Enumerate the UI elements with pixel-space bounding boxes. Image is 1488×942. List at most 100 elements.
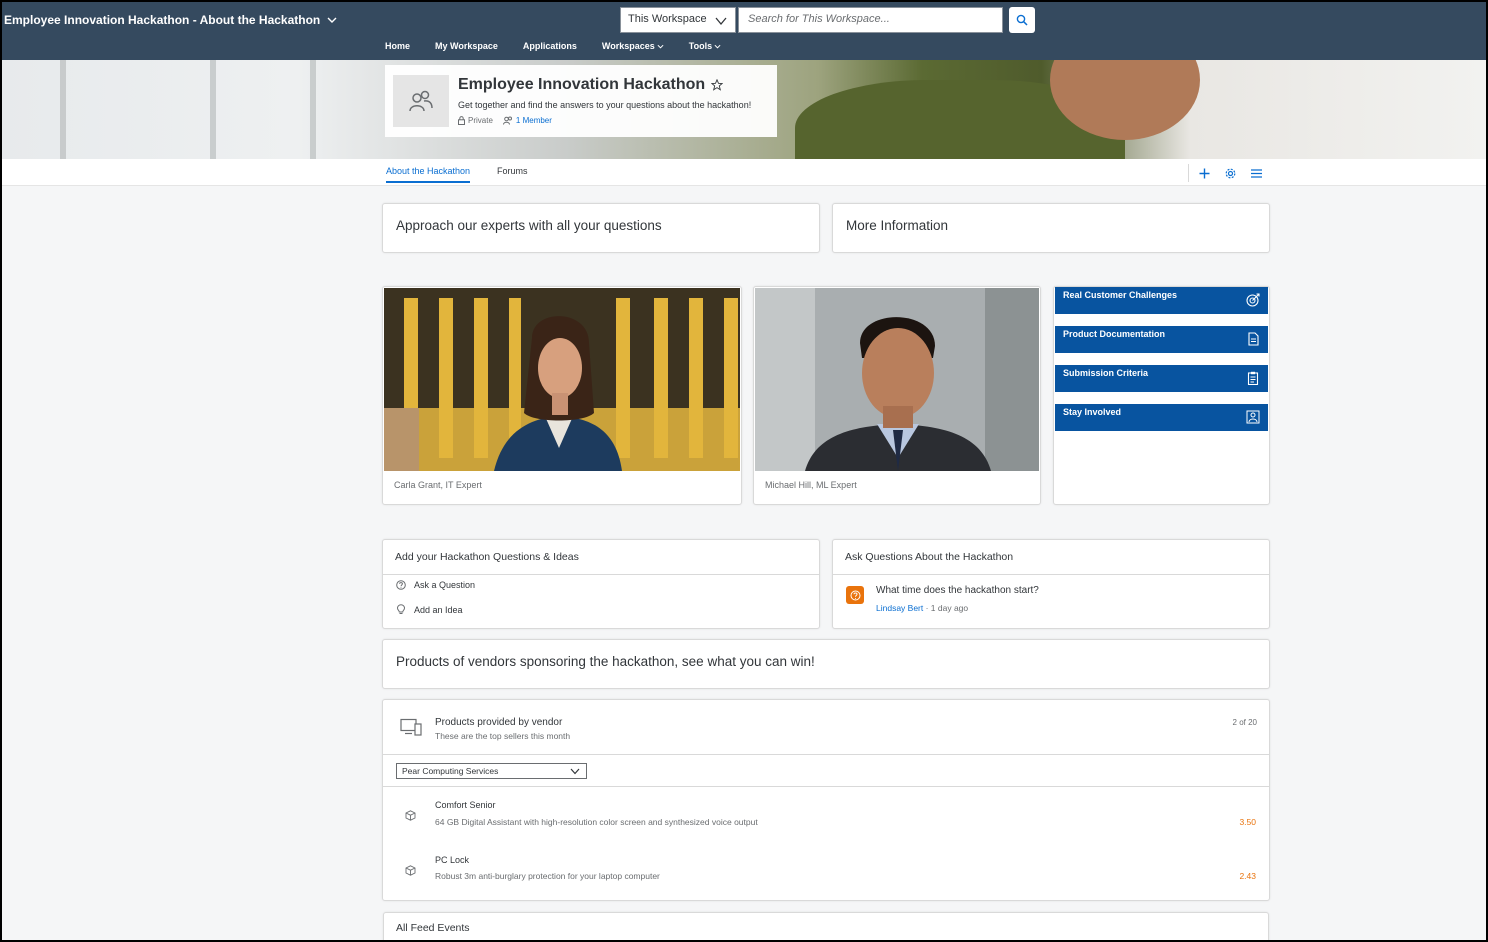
workspace-name: Employee Innovation Hackathon <box>458 76 706 93</box>
expert-caption: Michael Hill, ML Expert <box>765 480 857 490</box>
banner-detail <box>310 60 316 159</box>
menu-icon[interactable] <box>1249 166 1263 180</box>
chevron-down-icon <box>570 768 580 775</box>
expert-card-carla[interactable]: Carla Grant, IT Expert <box>382 286 742 505</box>
product-name[interactable]: Comfort Senior <box>435 800 496 810</box>
question-icon <box>396 580 406 590</box>
ask-questions-title: Ask Questions About the Hackathon <box>833 540 1269 575</box>
search-placeholder: Search for This Workspace... <box>748 13 890 25</box>
nav-home[interactable]: Home <box>385 41 410 51</box>
link-label: Real Customer Challenges <box>1063 290 1178 300</box>
clipboard-icon <box>1247 371 1259 385</box>
product-description: 64 GB Digital Assistant with high-resolu… <box>435 817 758 827</box>
expert-card-michael[interactable]: Michael Hill, ML Expert <box>753 286 1041 505</box>
products-card: Products provided by vendor These are th… <box>382 699 1270 901</box>
question-icon <box>846 586 864 604</box>
nav-tools[interactable]: Tools <box>689 41 721 51</box>
banner-detail <box>210 60 216 159</box>
products-title: Products provided by vendor <box>435 717 563 728</box>
workspace-meta: Private 1 Member <box>458 116 552 125</box>
link-product-documentation[interactable]: Product Documentation <box>1055 326 1268 353</box>
page-title-menu[interactable]: Employee Innovation Hackathon - About th… <box>4 13 338 27</box>
star-icon[interactable] <box>711 79 724 91</box>
nav-my-workspace[interactable]: My Workspace <box>435 41 498 51</box>
feed-card: All Feed Events <box>383 912 1269 942</box>
products-count: 2 of 20 <box>1232 718 1257 727</box>
members-icon <box>502 116 512 125</box>
divider <box>383 786 1269 787</box>
group-icon <box>409 90 433 112</box>
member-link[interactable]: 1 Member <box>516 116 552 125</box>
search-input[interactable]: Search for This Workspace... <box>738 7 1003 33</box>
ask-question-label: Ask a Question <box>414 580 476 590</box>
more-info-header-card: More Information <box>832 203 1270 253</box>
nav-workspaces[interactable]: Workspaces <box>602 41 664 51</box>
target-icon <box>1246 293 1260 307</box>
tab-about-the-hackathon[interactable]: About the Hackathon <box>386 166 471 183</box>
link-label: Stay Involved <box>1063 407 1122 417</box>
tab-actions <box>1188 164 1263 182</box>
link-stay-involved[interactable]: Stay Involved <box>1055 404 1268 431</box>
nav-applications[interactable]: Applications <box>523 41 577 51</box>
nav-label: My Workspace <box>435 41 498 51</box>
link-label: Submission Criteria <box>1063 368 1149 378</box>
product-box-icon <box>405 863 416 881</box>
expert-photo <box>384 288 740 471</box>
workspace-description: Get together and find the answers to you… <box>458 100 752 110</box>
add-idea-label: Add an Idea <box>414 604 463 615</box>
add-idea-action[interactable]: Add an Idea <box>396 604 463 615</box>
add-icon[interactable] <box>1197 166 1211 180</box>
tab-forums[interactable]: Forums <box>497 166 528 176</box>
product-description: Robust 3m anti-burglary protection for y… <box>435 871 660 881</box>
expert-photo <box>755 288 1039 471</box>
question-time: · 1 day ago <box>923 603 969 613</box>
banner-detail <box>60 60 66 159</box>
member-info[interactable]: 1 Member <box>502 116 552 125</box>
link-submission-criteria[interactable]: Submission Criteria <box>1055 365 1268 392</box>
link-real-customer-challenges[interactable]: Real Customer Challenges <box>1055 287 1268 314</box>
ask-questions-card: Ask Questions About the Hackathon What t… <box>832 539 1270 629</box>
chevron-down-icon <box>657 44 664 49</box>
search-scope-value: This Workspace <box>628 13 707 25</box>
nav-label: Home <box>385 41 411 51</box>
chevron-down-icon <box>327 17 337 23</box>
workspace-tabbar: About the Hackathon Forums <box>0 159 1488 186</box>
questions-ideas-title: Add your Hackathon Questions & Ideas <box>383 540 819 575</box>
products-subtitle: These are the top sellers this month <box>435 731 571 741</box>
question-author[interactable]: Lindsay Bert <box>876 603 923 613</box>
vendor-select-value: Pear Computing Services <box>402 766 499 776</box>
product-box-icon <box>405 808 416 826</box>
workspace-header-card: Employee Innovation Hackathon Get togeth… <box>385 65 777 137</box>
group-icon <box>1246 410 1260 424</box>
nav-label: Workspaces <box>601 41 655 51</box>
search-button[interactable] <box>1009 7 1035 33</box>
questions-ideas-card: Add your Hackathon Questions & Ideas Ask… <box>382 539 820 629</box>
link-label: Product Documentation <box>1063 329 1166 339</box>
settings-icon[interactable] <box>1223 166 1237 180</box>
feed-title: All Feed Events <box>396 922 470 934</box>
shell-bar: Employee Innovation Hackathon - About th… <box>0 0 1488 60</box>
page-title: Employee Innovation Hackathon - About th… <box>4 13 321 27</box>
devices-icon <box>400 718 422 741</box>
vendor-select[interactable]: Pear Computing Services <box>396 763 587 779</box>
product-name[interactable]: PC Lock <box>435 855 469 865</box>
question-meta: Lindsay Bert · 1 day ago <box>876 603 968 613</box>
lock-icon <box>458 116 465 125</box>
sponsors-header: Products of vendors sponsoring the hacka… <box>396 654 815 669</box>
chevron-down-icon <box>714 44 721 49</box>
search-scope-select[interactable]: This Workspace <box>620 7 736 33</box>
nav-label: Tools <box>688 41 713 51</box>
workspace-avatar <box>393 75 449 127</box>
experts-header-card: Approach our experts with all your quest… <box>382 203 820 253</box>
lightbulb-icon <box>396 604 406 614</box>
product-price: 3.50 <box>1239 817 1256 827</box>
privacy-info: Private <box>458 116 493 125</box>
question-title[interactable]: What time does the hackathon start? <box>876 585 1039 596</box>
privacy-label: Private <box>468 116 493 125</box>
ask-question-action[interactable]: Ask a Question <box>396 580 475 590</box>
product-price: 2.43 <box>1239 871 1256 881</box>
sponsors-header-card: Products of vendors sponsoring the hacka… <box>382 639 1270 689</box>
main-nav: Home My Workspace Applications Workspace… <box>385 41 746 51</box>
expert-caption: Carla Grant, IT Expert <box>394 480 482 490</box>
info-links-card: Real Customer Challenges Product Documen… <box>1053 286 1270 505</box>
